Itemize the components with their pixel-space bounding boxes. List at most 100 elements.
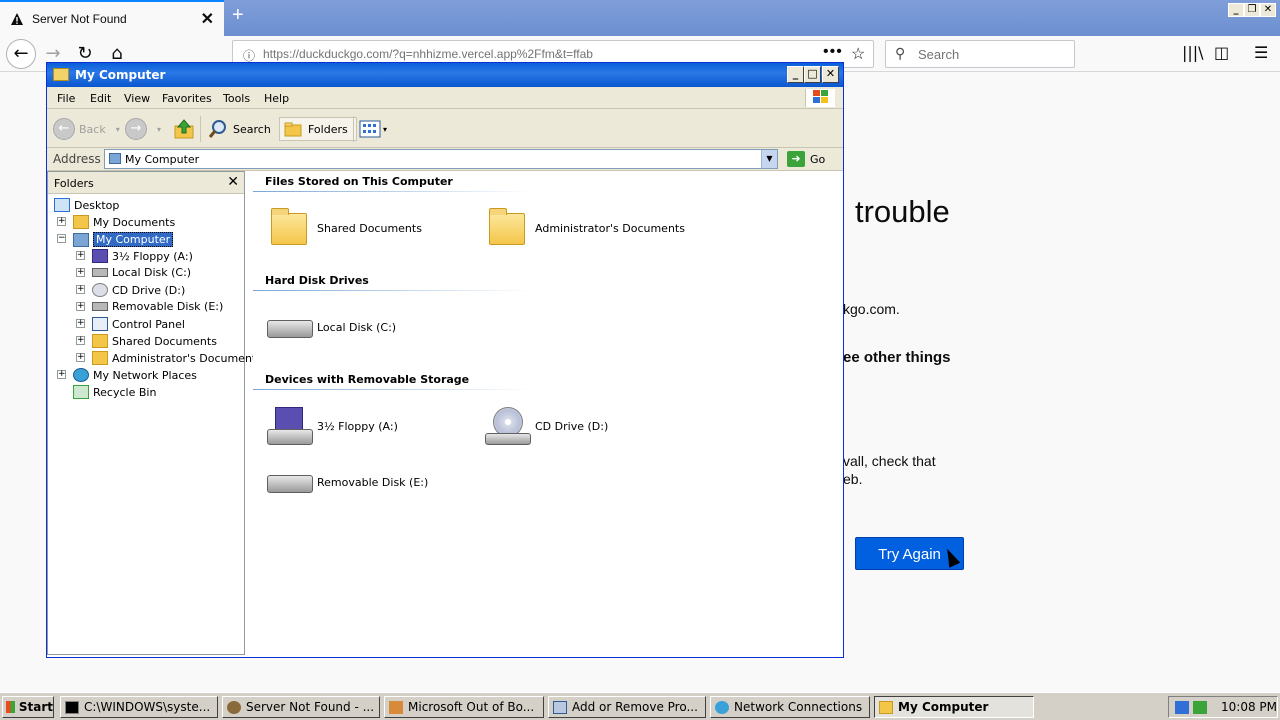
browser-restore-button[interactable]: ❐ <box>1244 3 1260 17</box>
menu-icon[interactable]: ☰ <box>1254 43 1268 62</box>
tree-item-shared-documents[interactable]: + Shared Documents <box>76 334 217 348</box>
tree-item-desktop[interactable]: Desktop <box>54 198 119 212</box>
window-title-bar[interactable]: My Computer _ □ ✕ <box>47 63 843 87</box>
item-administrators-documents[interactable]: Administrator's Documents <box>485 208 685 247</box>
expand-icon[interactable]: + <box>57 217 66 226</box>
expand-icon[interactable]: + <box>57 370 66 379</box>
minimize-button[interactable]: _ <box>787 66 804 83</box>
expand-icon[interactable]: + <box>76 285 85 294</box>
go-arrow-icon: ➜ <box>787 151 805 167</box>
address-label: Address <box>53 152 101 166</box>
tree-item-local-disk[interactable]: + Local Disk (C:) <box>76 266 191 279</box>
taskbar-item-oobe[interactable]: Microsoft Out of Bo... <box>384 696 544 718</box>
expand-icon[interactable]: + <box>76 336 85 345</box>
browser-minimize-button[interactable]: _ <box>1228 3 1244 17</box>
floppy-drive-icon <box>267 407 313 445</box>
window-body: Folders ✕ Desktop + My Documents − My Co… <box>47 171 843 657</box>
tab-close-icon[interactable]: ✕ <box>201 9 214 29</box>
browser-tab[interactable]: Server Not Found ✕ <box>0 0 224 36</box>
address-dropdown-icon[interactable]: ▼ <box>761 150 777 168</box>
item-removable-disk[interactable]: Removable Disk (E:) <box>267 463 428 501</box>
search-icon <box>208 120 226 138</box>
browser-close-button[interactable]: ✕ <box>1260 3 1276 17</box>
item-local-disk[interactable]: Local Disk (C:) <box>267 308 396 346</box>
taskbar-item-my-computer[interactable]: My Computer <box>874 696 1034 718</box>
address-input[interactable]: My Computer ▼ <box>104 149 778 169</box>
up-folder-icon <box>174 119 194 139</box>
library-icon[interactable]: |||\ <box>1182 43 1204 62</box>
taskbar-item-label: My Computer <box>898 700 989 714</box>
views-icon <box>359 120 381 138</box>
search-box[interactable]: ⚲ Search <box>885 40 1075 68</box>
bookmark-star-icon[interactable]: ☆ <box>851 44 865 64</box>
close-pane-icon[interactable]: ✕ <box>227 174 239 190</box>
sidebar-icon[interactable]: ◫ <box>1214 43 1229 62</box>
forward-button[interactable]: → ▾ <box>125 117 161 141</box>
taskbar-item-cmd[interactable]: C:\WINDOWS\syste... <box>60 696 218 718</box>
folder-computer-icon <box>53 68 69 81</box>
item-floppy[interactable]: 3½ Floppy (A:) <box>267 407 398 445</box>
menu-edit[interactable]: Edit <box>90 92 111 105</box>
tree-item-my-network-places[interactable]: + My Network Places <box>57 368 197 382</box>
window-title: My Computer <box>75 68 166 82</box>
tree-label: CD Drive (D:) <box>112 283 186 297</box>
content-pane: Files Stored on This Computer Shared Doc… <box>253 171 841 655</box>
tree-label: Removable Disk (E:) <box>112 300 224 313</box>
error-text-2: ee other things <box>843 349 951 366</box>
go-button[interactable]: ➜ Go <box>787 151 825 167</box>
maximize-button[interactable]: □ <box>804 66 821 83</box>
security-tray-icon[interactable] <box>1193 700 1207 714</box>
folders-pane-header: Folders ✕ <box>48 172 244 194</box>
taskbar-item-network[interactable]: Network Connections <box>710 696 870 718</box>
up-folder-button[interactable] <box>173 117 195 141</box>
tree-item-administrators-documents[interactable]: + Administrator's Documents <box>76 351 262 365</box>
views-button[interactable]: ▾ <box>359 117 387 141</box>
taskbar: Start C:\WINDOWS\syste... Server Not Fou… <box>0 692 1280 720</box>
browser-icon <box>227 700 241 714</box>
expand-icon[interactable]: + <box>76 319 85 328</box>
folders-icon <box>284 122 302 137</box>
expand-icon[interactable]: + <box>76 302 85 311</box>
tree-item-control-panel[interactable]: + Control Panel <box>76 317 185 331</box>
menu-help[interactable]: Help <box>264 92 289 105</box>
item-shared-documents[interactable]: Shared Documents <box>267 208 422 247</box>
error-text-1: kgo.com. <box>843 301 900 317</box>
removable-disk-icon <box>267 463 313 501</box>
menu-tools[interactable]: Tools <box>223 92 250 105</box>
taskbar-item-label: Network Connections <box>734 700 863 714</box>
folders-button[interactable]: Folders <box>279 117 357 141</box>
tree-item-cd-drive[interactable]: + CD Drive (D:) <box>76 283 186 297</box>
new-tab-button[interactable]: + <box>232 4 244 27</box>
search-button[interactable]: Search <box>207 117 271 141</box>
expand-icon[interactable]: + <box>76 251 85 260</box>
expand-icon[interactable]: + <box>76 268 85 277</box>
folders-label: Folders <box>308 122 348 136</box>
back-dropdown-icon[interactable]: ▾ <box>116 125 120 134</box>
expand-icon[interactable]: + <box>76 353 85 362</box>
search-placeholder: Search <box>918 47 960 62</box>
item-cd-drive[interactable]: CD Drive (D:) <box>485 407 608 445</box>
back-button[interactable]: ← Back ▾ <box>53 117 120 141</box>
address-value: My Computer <box>125 153 200 166</box>
menu-view[interactable]: View <box>124 92 150 105</box>
menu-favorites[interactable]: Favorites <box>162 92 212 105</box>
tree-item-floppy[interactable]: + 3½ Floppy (A:) <box>76 249 193 263</box>
windows-flag-icon <box>6 701 15 713</box>
tree-item-my-computer[interactable]: − My Computer <box>57 232 174 247</box>
tree-item-my-documents[interactable]: + My Documents <box>57 215 175 229</box>
forward-dropdown-icon[interactable]: ▾ <box>157 125 161 134</box>
start-button[interactable]: Start <box>2 696 54 718</box>
menu-file[interactable]: File <box>57 92 75 105</box>
system-tray: 10:08 PM <box>1168 696 1278 718</box>
warning-icon <box>11 13 23 25</box>
clock[interactable]: 10:08 PM <box>1221 700 1277 714</box>
collapse-icon[interactable]: − <box>57 234 66 243</box>
taskbar-item-firefox[interactable]: Server Not Found - ... <box>222 696 380 718</box>
close-button[interactable]: ✕ <box>822 66 839 83</box>
tree-item-removable-disk[interactable]: + Removable Disk (E:) <box>76 300 224 313</box>
taskbar-item-add-remove[interactable]: Add or Remove Pro... <box>548 696 706 718</box>
back-arrow-icon[interactable]: ← <box>6 39 36 69</box>
network-tray-icon[interactable] <box>1175 700 1189 714</box>
page-actions-icon[interactable]: ••• <box>823 43 843 61</box>
tree-item-recycle-bin[interactable]: Recycle Bin <box>73 385 156 399</box>
